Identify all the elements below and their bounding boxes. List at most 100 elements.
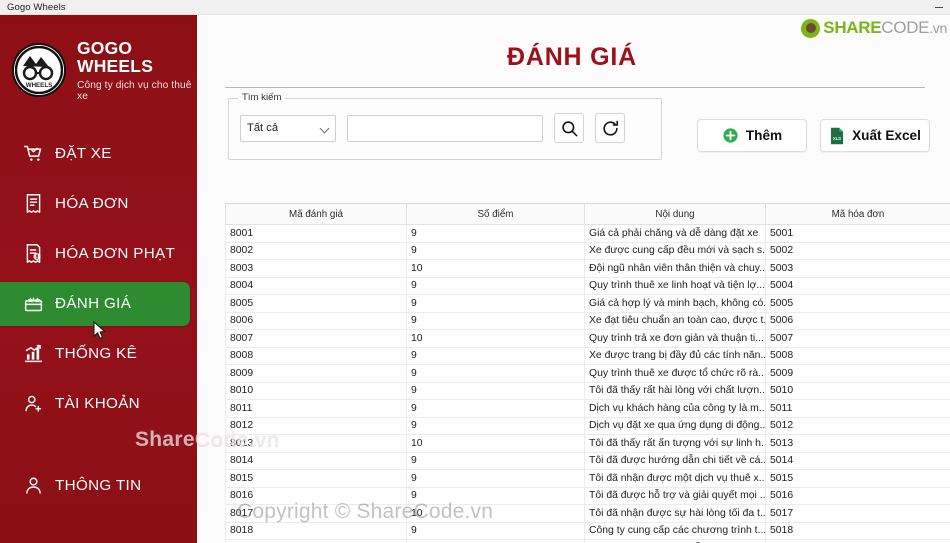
add-button-label: Thêm: [745, 128, 783, 143]
table-cell-noi-dung: Xe được trang bị đầy đủ các tính năn...: [584, 347, 766, 365]
table-row[interactable]: 8007 10 Quy trình trả xe đơn giản và thuận…: [225, 329, 950, 348]
sidebar-item-tai-khoan[interactable]: TÀI KHOẢN: [0, 382, 197, 426]
table-cell-noi-dung: Tôi đã thấy rất hài lòng với chất lượn..…: [584, 382, 766, 400]
sharecode-share-text: SHARE: [823, 18, 882, 37]
table-cell-ma-danh-gia: 8013: [225, 434, 407, 453]
sidebar-item-danh-gia[interactable]: ĐÁNH GIÁ: [0, 281, 190, 326]
table-cell-so-diem: 9: [406, 469, 585, 488]
column-header-ma-danh-gia[interactable]: Mã đánh giá: [225, 203, 407, 225]
search-controls: Tất cả: [240, 113, 625, 143]
table-cell-ma-danh-gia: 8014: [225, 452, 407, 470]
table-cell-so-diem: 9: [406, 487, 585, 505]
table-cell-noi-dung: Công ty cung cấp các chương trình t...: [584, 522, 766, 540]
table-cell-ma-danh-gia: 8004: [225, 277, 407, 295]
table-cell-ma-danh-gia: 8015: [225, 469, 407, 488]
brand-tagline: Công ty dịch vụ cho thuê xe: [77, 79, 192, 102]
user-icon: [22, 475, 44, 497]
table-cell-noi-dung: Dịch vụ khách hàng của công ty là m...: [584, 399, 766, 418]
table-head: Mã đánh giá Số điểm Nội dung Mã hóa đơn: [225, 203, 950, 225]
sidebar-item-label: ĐẶT XE: [55, 145, 112, 163]
table-row[interactable]: 8011 9 Dịch vụ khách hàng của công ty là m…: [225, 399, 950, 418]
chart-icon: [22, 343, 44, 365]
window-title: Gogo Wheels: [7, 1, 66, 13]
table-cell-ma-hoa-don: 5004: [765, 277, 950, 295]
invoice-icon: [22, 193, 44, 215]
table-row[interactable]: 8013 10 Tôi đã thấy rất ấn tượng với sự li…: [225, 434, 950, 453]
table-row[interactable]: 8018 9 Công ty cung cấp các chương trình t…: [225, 522, 950, 540]
column-header-so-diem[interactable]: Số điểm: [406, 203, 585, 225]
sidebar-item-label: TÀI KHOẢN: [55, 395, 141, 413]
table-cell-so-diem: 9: [406, 312, 585, 330]
plus-circle-icon: [722, 127, 739, 144]
table-cell-ma-danh-gia: 8016: [225, 487, 407, 505]
table-cell-ma-hoa-don: 5013: [765, 434, 950, 453]
add-button[interactable]: Thêm: [697, 119, 807, 152]
table-cell-ma-danh-gia: 8003: [225, 259, 407, 278]
sharecode-badge-icon: [801, 18, 821, 38]
sidebar-item-thong-ke[interactable]: THỐNG KÊ: [0, 332, 197, 376]
table-cell-ma-hoa-don: 5003: [765, 259, 950, 278]
table-row[interactable]: 8016 9 Tôi đã được hỗ trợ và giải quyết mọ…: [225, 487, 950, 505]
table-cell-ma-danh-gia: 8002: [225, 242, 407, 260]
penalty-icon: [22, 243, 44, 265]
table-row[interactable]: 8015 9 Tôi đã nhận được một dịch vụ thuê x…: [225, 469, 950, 488]
search-input[interactable]: [347, 114, 543, 142]
table-cell-ma-hoa-don: 5017: [765, 504, 950, 523]
table-row[interactable]: 8017 10 Tôi đã nhận được sự hài lòng tối đ…: [225, 504, 950, 523]
table-cell-so-diem: 10: [406, 259, 585, 278]
sidebar-item-hoa-don[interactable]: HÓA ĐƠN: [0, 182, 197, 226]
header-divider: [225, 87, 925, 88]
excel-file-icon: XLS: [829, 127, 845, 145]
sidebar: WHEELS GOGO WHEELS Công ty dịch vụ cho t…: [0, 15, 197, 543]
table-row[interactable]: 8012 9 Dịch vụ đặt xe qua ứng dụng di động…: [225, 417, 950, 435]
table-cell-noi-dung: Quy trình thuê xe được tổ chức rõ rà...: [584, 364, 766, 383]
table-row[interactable]: 8004 9 Quy trình thuê xe linh hoạt và tiện…: [225, 277, 950, 295]
table-row[interactable]: 8009 9 Quy trình thuê xe được tổ chức rõ r…: [225, 364, 950, 383]
search-button[interactable]: [554, 113, 584, 143]
sidebar-item-label: THỐNG KÊ: [55, 345, 138, 363]
reviews-table[interactable]: Mã đánh giá Số điểm Nội dung Mã hóa đơn …: [225, 203, 950, 543]
logo-wordmark: WHEELS: [26, 82, 52, 89]
search-filter-select[interactable]: Tất cả: [240, 114, 336, 142]
column-header-noi-dung[interactable]: Nội dung: [584, 203, 766, 225]
table-cell-noi-dung: Xe được cung cấp đều mới và sạch s...: [584, 242, 766, 260]
table-cell-ma-hoa-don: 5018: [765, 522, 950, 540]
sidebar-item-dat-xe[interactable]: ĐẶT XE: [0, 132, 197, 176]
table-body: 8001 9 Giá cả phải chăng và dễ dàng đặt xe…: [225, 224, 950, 543]
table-cell-so-diem: 9: [406, 294, 585, 313]
table-cell-so-diem: 9: [406, 452, 585, 470]
sidebar-item-label: THÔNG TIN: [55, 477, 142, 495]
page-title: ĐÁNH GIÁ: [257, 43, 887, 72]
export-excel-button[interactable]: XLS Xuất Excel: [820, 119, 930, 152]
main-content: SHARE CODE .vn ĐÁNH GIÁ Tìm kiếm Tất cả: [197, 15, 950, 543]
table-cell-ma-hoa-don: 5008: [765, 347, 950, 365]
chevron-down-icon: [319, 123, 330, 133]
sidebar-item-hoa-don-phat[interactable]: HÓA ĐƠN PHẠT: [0, 232, 197, 276]
table-cell-ma-hoa-don: 5012: [765, 417, 950, 435]
table-row[interactable]: 8008 9 Xe được trang bị đầy đủ các tính nă…: [225, 347, 950, 365]
table-cell-so-diem: 9: [406, 399, 585, 418]
table-row[interactable]: 8002 9 Xe được cung cấp đều mới và sạch s.…: [225, 242, 950, 260]
table-cell-so-diem: 9: [406, 347, 585, 365]
table-cell-ma-danh-gia: 8006: [225, 312, 407, 330]
table-cell-ma-danh-gia: 8007: [225, 329, 407, 348]
search-group: Tìm kiếm Tất cả: [228, 92, 662, 160]
table-cell-so-diem: 9: [406, 522, 585, 540]
table-row[interactable]: 8014 9 Tôi đã được hướng dẫn chi tiết về c…: [225, 452, 950, 470]
user-add-icon: [22, 393, 44, 415]
table-row[interactable]: 8005 9 Giá cả hợp lý và minh bạch, không c…: [225, 294, 950, 313]
column-header-ma-hoa-don[interactable]: Mã hóa đơn: [765, 203, 950, 225]
table-cell-ma-hoa-don: 5001: [765, 224, 950, 243]
refresh-button[interactable]: [595, 113, 625, 143]
sidebar-item-label: ĐÁNH GIÁ: [55, 295, 132, 313]
table-cell-so-diem: 10: [406, 329, 585, 348]
table-cell-noi-dung: Giá cả phải chăng và dễ dàng đặt xe: [584, 224, 766, 243]
table-row[interactable]: 8001 9 Giá cả phải chăng và dễ dàng đặt xe…: [225, 224, 950, 243]
table-row[interactable]: 8010 9 Tôi đã thấy rất hài lòng với chất l…: [225, 382, 950, 400]
table-row[interactable]: 8003 10 Đội ngũ nhân viên thân thiện và ch…: [225, 259, 950, 278]
table-row[interactable]: 8006 9 Xe đạt tiêu chuẩn an toàn cao, được…: [225, 312, 950, 330]
sidebar-item-thong-tin[interactable]: THÔNG TIN: [0, 464, 197, 508]
table-cell-noi-dung: Quy trình trả xe đơn giản và thuận ti...: [584, 329, 766, 348]
minimize-button[interactable]: [928, 0, 950, 15]
